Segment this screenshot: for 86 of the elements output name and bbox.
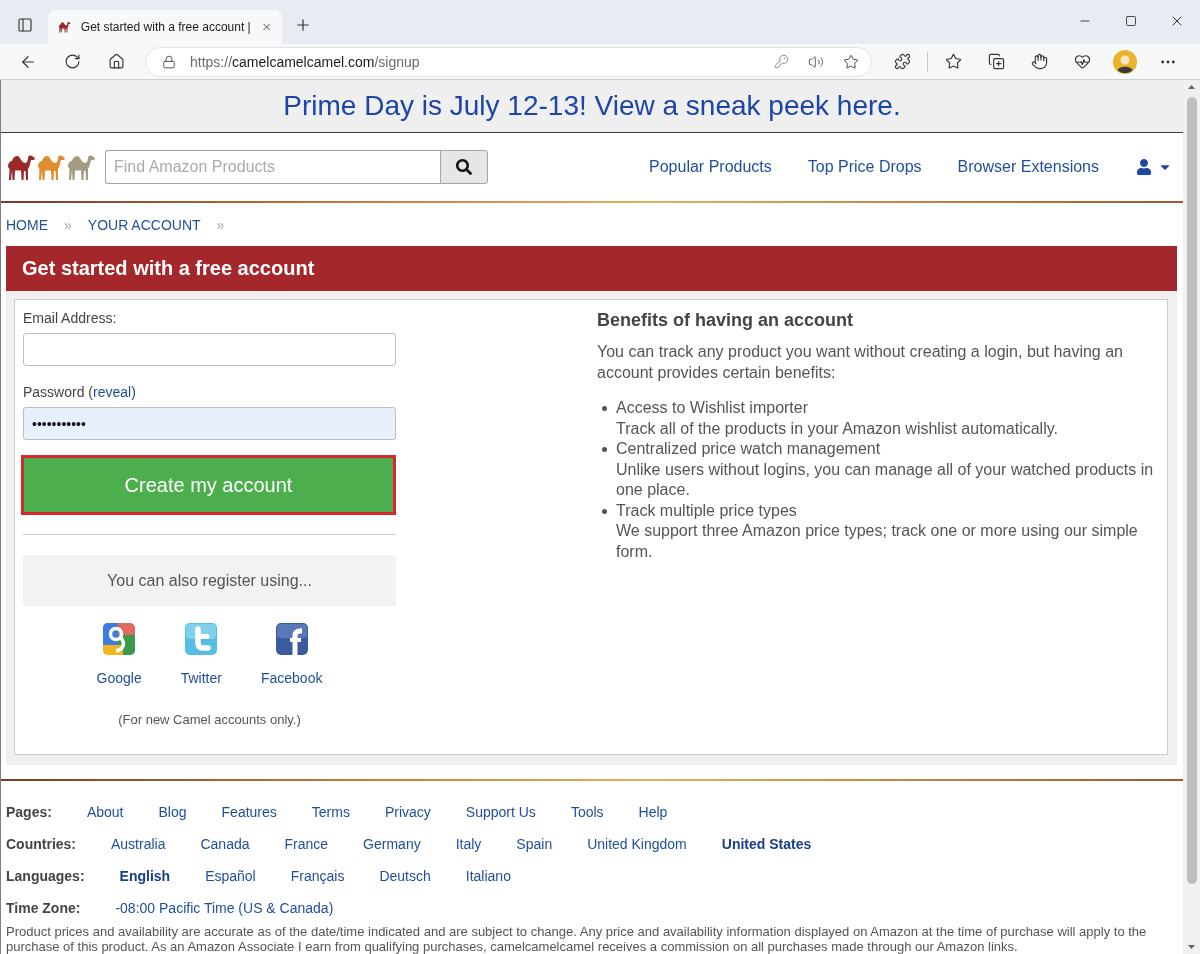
nav-link[interactable]: Popular Products <box>649 158 772 176</box>
footer-link[interactable]: Italiano <box>465 868 511 884</box>
footer-link[interactable]: United Kingdom <box>587 836 687 852</box>
search-button[interactable] <box>440 150 488 184</box>
nav-link[interactable]: Browser Extensions <box>957 158 1099 176</box>
nav-link[interactable]: Top Price Drops <box>807 158 922 176</box>
field-label: Password (reveal) <box>23 384 137 401</box>
footer-link[interactable]: Deutsch <box>379 868 431 884</box>
bullet-icon <box>602 406 607 411</box>
puzzle-icon[interactable] <box>893 53 911 70</box>
footer-link[interactable]: Français <box>290 868 345 884</box>
footer-link[interactable]: Privacy <box>384 804 431 820</box>
benefit-text: We support three Amazon price types; track one or more using our simple form. <box>616 521 1139 562</box>
facebook-logo-icon[interactable] <box>275 623 308 655</box>
disclaimer-text: Product prices and availability are accurate as of the date/time indicated and are subject to change. Any price and availability information displayed on Amazon at the time of purchase will apply to the purchase of this product. As an Amazon Associate I earn from qualifying purchases, camelcamelcamel receives a commission on all purchases made through our Amazon links. <box>5 924 1148 954</box>
benefit-text: Track all of the products in your Amazon wishlist automatically. <box>616 418 1058 439</box>
search-icon <box>456 159 472 175</box>
avatar-icon[interactable] <box>1113 49 1137 74</box>
footer-link[interactable]: English <box>119 868 171 884</box>
scrollbar-thumb[interactable] <box>1186 97 1197 884</box>
key-icon[interactable] <box>773 54 789 69</box>
plus-icon[interactable] <box>294 16 312 34</box>
star-icon[interactable] <box>843 53 859 70</box>
reload-icon[interactable] <box>63 53 81 70</box>
heart-pulse-icon[interactable] <box>1073 53 1091 70</box>
provider-link[interactable]: Google <box>96 670 142 687</box>
input-field[interactable] <box>23 333 396 366</box>
speaker-icon[interactable] <box>808 53 824 70</box>
breadcrumb-link[interactable]: YOUR ACCOUNT <box>87 216 201 233</box>
panel-icon[interactable] <box>17 17 33 33</box>
lock-icon[interactable] <box>162 54 176 69</box>
footer-link[interactable]: Germany <box>363 836 421 852</box>
footer-link[interactable]: Canada <box>200 836 250 852</box>
google-logo-icon[interactable] <box>103 623 136 655</box>
tab-title: Get started with a free account | <box>80 20 251 34</box>
footer-row-label: Time Zone: <box>6 900 81 916</box>
footer-link[interactable]: Italy <box>455 836 482 852</box>
reveal-link[interactable]: reveal <box>93 384 132 400</box>
browser-tab[interactable]: Get started with a free account | <box>48 10 282 44</box>
provider-link[interactable]: Twitter <box>180 670 222 687</box>
bullet-icon <box>602 447 607 452</box>
breadcrumb-link[interactable]: HOME <box>6 216 48 233</box>
benefits-title: Benefits of having an account <box>597 310 855 331</box>
scroll-up-icon[interactable] <box>1188 85 1195 89</box>
footer-link[interactable]: Terms <box>311 804 350 820</box>
footer-link[interactable]: Español <box>205 868 256 884</box>
input-field[interactable]: ••••••••••• <box>23 407 396 440</box>
footer-link[interactable]: About <box>86 804 124 820</box>
benefit-title: Track multiple price types <box>616 500 798 521</box>
footer-link[interactable]: Australia <box>111 836 166 852</box>
benefit-title: Centralized price watch management <box>616 439 882 459</box>
stacked-squares-icon[interactable] <box>987 53 1005 70</box>
footer-link[interactable]: Tools <box>570 804 604 820</box>
footer-row-label: Pages: <box>6 804 52 820</box>
footer-row-label: Countries: <box>6 836 76 852</box>
promo-link[interactable]: Prime Day is July 12-13! View a sneak peek here. <box>283 90 901 122</box>
breadcrumb-separator: » <box>64 216 72 233</box>
footer-link[interactable]: Blog <box>158 804 187 820</box>
breadcrumb-separator: » <box>216 216 225 233</box>
footer-link[interactable]: -08:00 Pacific Time (US & Canada) <box>115 900 334 916</box>
provider-link[interactable]: Facebook <box>260 670 323 687</box>
register-heading: You can also register using... <box>23 555 396 606</box>
home-icon[interactable] <box>107 53 125 70</box>
address-bar[interactable]: https://camelcamelcamel.com/signup <box>145 46 872 77</box>
footer-link[interactable]: Features <box>221 804 277 820</box>
footer-link[interactable]: Help <box>638 804 668 820</box>
register-note: (For new Camel accounts only.) <box>117 711 302 728</box>
user-icon[interactable] <box>1136 159 1152 175</box>
footer-link[interactable]: France <box>284 836 329 852</box>
maximize-icon[interactable] <box>1125 15 1137 27</box>
footer-link[interactable]: Support Us <box>465 804 536 820</box>
camel-icon <box>58 19 71 35</box>
star-icon[interactable] <box>944 53 962 70</box>
footer-link[interactable]: Spain <box>516 836 553 852</box>
page-title: Get started with a free account <box>22 257 315 280</box>
bullet-icon <box>602 508 607 514</box>
benefit-title: Access to Wishlist importer <box>616 398 810 418</box>
hand-icon[interactable] <box>1030 53 1048 70</box>
search-field[interactable]: Find Amazon Products <box>105 150 440 184</box>
benefits-intro: You can track any product you want without creating a login, but having an account provides certain benefits: <box>597 342 1124 383</box>
footer-link[interactable]: United States <box>721 836 812 852</box>
field-label: Email Address: <box>23 310 118 327</box>
benefit-text: Unlike users without logins, you can manage all of your watched products in one place. <box>616 459 1155 500</box>
scroll-down-icon[interactable] <box>1188 945 1195 949</box>
footer-row-label: Languages: <box>6 868 85 884</box>
url-text: https://camelcamelcamel.com/signup <box>190 53 420 70</box>
